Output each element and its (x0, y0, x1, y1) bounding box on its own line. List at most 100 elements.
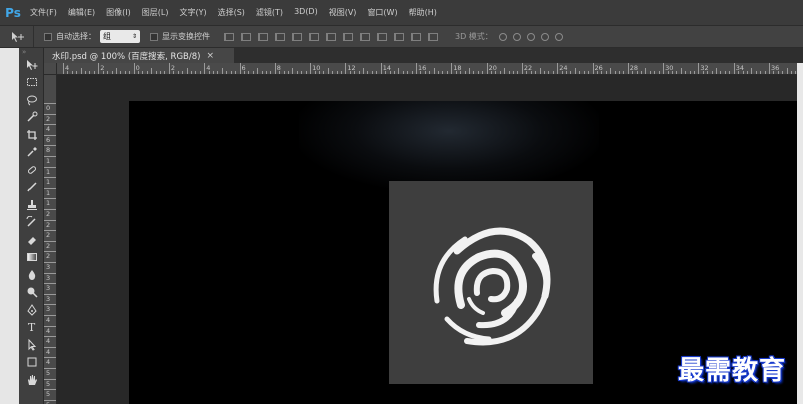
distribute-top-icon[interactable] (326, 32, 336, 41)
ruler-minor-tick (702, 71, 704, 74)
ruler-minor-tick (746, 71, 748, 74)
ruler-label: 3 (46, 305, 51, 314)
menu-help[interactable]: 帮助(H) (409, 7, 437, 18)
auto-select-checkbox[interactable] (44, 32, 52, 41)
menu-file[interactable]: 文件(F) (30, 7, 57, 18)
ruler-minor-tick (111, 71, 113, 74)
ruler-label: 2 (46, 210, 51, 218)
ruler-minor-tick (468, 68, 470, 74)
ruler-minor-tick (729, 71, 731, 74)
ruler-major-tick (769, 63, 770, 74)
ruler-minor-tick (340, 71, 342, 74)
lasso-tool-icon[interactable] (19, 91, 44, 109)
quick-select-tool-icon[interactable] (19, 109, 44, 127)
healing-brush-tool-icon[interactable] (19, 161, 44, 179)
move-tool-icon[interactable] (19, 56, 44, 74)
ruler-minor-tick (164, 71, 166, 74)
type-tool-icon[interactable]: T (19, 319, 44, 337)
auto-select-dropdown[interactable]: 组 ⇕ (100, 30, 140, 43)
distribute-hcenter-icon[interactable] (394, 32, 404, 41)
ruler-minor-tick (71, 71, 73, 74)
align-right-icon[interactable] (309, 32, 319, 41)
menu-window[interactable]: 窗口(W) (367, 7, 397, 18)
gradient-tool-icon[interactable] (19, 249, 44, 267)
tool-preset-picker[interactable] (0, 26, 34, 47)
ruler-minor-tick (67, 71, 69, 74)
align-bottom-icon[interactable] (258, 32, 268, 41)
align-hcenter-icon[interactable] (292, 32, 302, 41)
menu-layer[interactable]: 图层(L) (142, 7, 169, 18)
ruler-label: 2 (46, 220, 51, 229)
ruler-minor-tick (495, 71, 497, 74)
distribute-bottom-icon[interactable] (360, 32, 370, 41)
ruler-minor-tick (349, 71, 351, 74)
ruler-minor-tick (279, 71, 281, 74)
dodge-tool-icon[interactable] (19, 284, 44, 302)
ruler-label: 8 (46, 146, 51, 155)
brush-tool-icon[interactable] (19, 179, 44, 197)
distribute-vcenter-icon[interactable] (343, 32, 353, 41)
rotate-3d-icon[interactable] (498, 32, 507, 41)
path-select-tool-icon[interactable] (19, 336, 44, 354)
ruler-major-tick (345, 63, 347, 74)
document-tab[interactable]: 水印.psd @ 100% (百度搜索, RGB/8) × (44, 48, 234, 63)
pen-tool-icon[interactable] (19, 301, 44, 319)
ruler-minor-tick (482, 71, 484, 74)
ruler-minor-tick (358, 71, 360, 74)
slide-3d-icon[interactable] (540, 32, 549, 41)
ruler-minor-tick (257, 68, 259, 74)
crop-tool-icon[interactable] (19, 126, 44, 144)
auto-align-icon[interactable] (428, 32, 438, 41)
ruler-label: 3 (46, 294, 51, 303)
stamp-tool-icon[interactable] (19, 196, 44, 214)
menu-type[interactable]: 文字(Y) (179, 7, 206, 18)
history-brush-tool-icon[interactable] (19, 214, 44, 232)
ruler-label: 4 (46, 358, 51, 367)
menu-image[interactable]: 图像(I) (106, 7, 131, 18)
roll-3d-icon[interactable] (512, 32, 521, 41)
scale-3d-icon[interactable] (554, 32, 563, 41)
ruler-major-tick (698, 63, 700, 74)
menu-select[interactable]: 选择(S) (218, 7, 245, 18)
align-left-icon[interactable] (275, 32, 285, 41)
ruler-minor-tick (724, 71, 726, 74)
ruler-origin[interactable] (44, 63, 57, 75)
ruler-minor-tick (680, 68, 682, 74)
ruler-minor-tick (641, 71, 643, 74)
distribute-right-icon[interactable] (411, 32, 421, 41)
ruler-minor-tick (632, 71, 634, 74)
drag-3d-icon[interactable] (526, 32, 535, 41)
shape-tool-icon[interactable] (19, 354, 44, 372)
marquee-tool-icon[interactable] (19, 74, 44, 92)
menu-3d[interactable]: 3D(D) (294, 7, 318, 18)
ruler-major-tick (557, 63, 559, 74)
ruler-minor-tick (402, 71, 404, 74)
ruler-minor-tick (76, 71, 78, 74)
horizontal-ruler[interactable]: 4 2 0 2 4 6 8 10 12 14 16 18 20 22 24 26 28 30 32 34 36 (57, 63, 803, 75)
menu-edit[interactable]: 编辑(E) (68, 7, 95, 18)
panel-collapse-icon[interactable]: » (19, 48, 43, 56)
distribute-left-icon[interactable] (377, 32, 387, 41)
ruler-label: 1 (46, 199, 51, 208)
ruler-minor-tick (526, 71, 528, 74)
ruler-minor-tick (693, 71, 695, 74)
eraser-tool-icon[interactable] (19, 231, 44, 249)
show-transform-checkbox[interactable] (150, 32, 158, 41)
ruler-minor-tick (407, 71, 409, 74)
ruler-minor-tick (561, 71, 563, 74)
align-top-icon[interactable] (224, 32, 234, 41)
hand-tool-icon[interactable] (19, 371, 44, 389)
menu-filter[interactable]: 滤镜(T) (256, 7, 283, 18)
eyedropper-tool-icon[interactable] (19, 144, 44, 162)
ruler-minor-tick (707, 71, 709, 74)
ruler-minor-tick (552, 71, 554, 74)
vertical-ruler[interactable]: 02468111112222233333444445555 (44, 75, 57, 404)
close-icon[interactable]: × (206, 51, 214, 61)
align-vcenter-icon[interactable] (241, 32, 251, 41)
ruler-minor-tick (636, 71, 638, 74)
menu-view[interactable]: 视图(V) (329, 7, 357, 18)
ruler-minor-tick (442, 71, 444, 74)
blur-tool-icon[interactable] (19, 266, 44, 284)
ruler-minor-tick (720, 71, 722, 74)
ruler-minor-tick (773, 71, 775, 74)
